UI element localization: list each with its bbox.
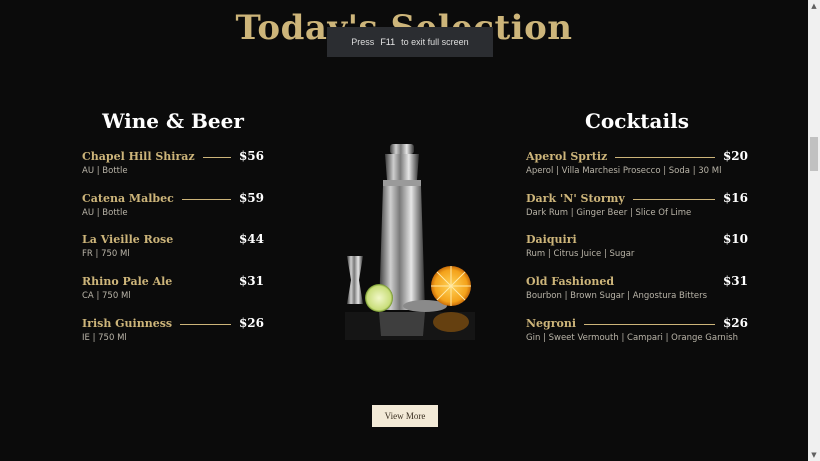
menu-item: Dark 'N' Stormy $16 Dark Rum | Ginger Beer… xyxy=(526,190,748,226)
triangle-up-icon[interactable]: ▲ xyxy=(808,0,820,12)
menu-item-divider xyxy=(182,198,231,200)
menu-item-name: Dark 'N' Stormy xyxy=(526,191,625,205)
menu-item-divider xyxy=(633,198,715,200)
menu-item-divider xyxy=(584,323,715,325)
menu-item-description: Dark Rum | Ginger Beer | Slice Of Lime xyxy=(526,207,692,218)
cocktails-heading: Cocktails xyxy=(585,109,689,133)
menu-item-description: Gin | Sweet Vermouth | Campari | Orange … xyxy=(526,332,738,343)
menu-item-divider xyxy=(180,323,231,325)
menu-item: Irish Guinness $26 IE | 750 Ml xyxy=(82,315,264,351)
toast-suffix: to exit full screen xyxy=(401,37,469,47)
page-scrollbar[interactable]: ▲ ▼ xyxy=(808,0,820,461)
menu-item-price: $56 xyxy=(238,149,264,163)
menu-item: Negroni $26 Gin | Sweet Vermouth | Campari… xyxy=(526,315,748,351)
fullscreen-toast: Press F11 to exit full screen xyxy=(327,27,493,57)
menu-item: La Vieille Rose $44 FR | 750 Ml xyxy=(82,232,264,267)
menu-item-name: Old Fashioned xyxy=(526,275,615,289)
menu-item-description: AU | Bottle xyxy=(82,166,128,176)
menu-item-price: $20 xyxy=(722,149,748,163)
menu-item-name: Rhino Pale Ale xyxy=(82,275,173,289)
menu-item: Rhino Pale Ale $31 CA | 750 Ml xyxy=(82,274,264,309)
view-more-button[interactable]: View More xyxy=(372,405,438,427)
menu-item-description: AU | Bottle xyxy=(82,207,128,218)
triangle-down-icon[interactable]: ▼ xyxy=(808,449,820,461)
menu-item: Catena Malbec $59 AU | Bottle xyxy=(82,190,264,226)
menu-item: Old Fashioned $31 Bourbon | Brown Sugar | … xyxy=(526,274,748,309)
wine-beer-heading: Wine & Beer xyxy=(102,109,244,133)
menu-item-name: Daiquiri xyxy=(526,233,577,247)
menu-item-description: FR | 750 Ml xyxy=(82,249,130,260)
menu-item-description: Rum | Citrus Juice | Sugar xyxy=(526,249,635,260)
menu-item-name: Chapel Hill Shiraz xyxy=(82,150,195,163)
menu-item-price: $31 xyxy=(722,274,748,289)
menu-item-divider xyxy=(203,157,231,158)
wine-beer-list: Chapel Hill Shiraz $56 AU | Bottle Catena M… xyxy=(82,149,264,360)
menu-item-description: CA | 750 Ml xyxy=(82,291,131,302)
menu-item-name: La Vieille Rose xyxy=(82,233,174,247)
menu-item-price: $16 xyxy=(722,190,748,205)
menu-item-price: $31 xyxy=(238,274,264,289)
menu-item-name: Negroni xyxy=(526,316,577,330)
toast-prefix: Press xyxy=(351,37,375,47)
menu-item-description: Aperol | Villa Marchesi Prosecco | Soda … xyxy=(526,166,722,176)
scrollbar-thumb[interactable] xyxy=(810,137,818,171)
menu-item-name: Irish Guinness xyxy=(82,316,173,330)
menu-item-price: $59 xyxy=(238,190,264,205)
cocktails-list: Aperol Sprtiz $20 Aperol | Villa Marchesi … xyxy=(526,149,748,360)
menu-item-name: Catena Malbec xyxy=(82,191,174,205)
menu-item-price: $44 xyxy=(238,232,264,247)
menu-page: Today's Selection Press F11 to exit full… xyxy=(0,0,808,461)
menu-item: Daiquiri $10 Rum | Citrus Juice | Sugar xyxy=(526,232,748,267)
menu-item-price: $10 xyxy=(722,232,748,247)
menu-item-name: Aperol Sprtiz xyxy=(526,150,608,163)
menu-item-price: $26 xyxy=(722,315,748,330)
cocktail-shaker-image xyxy=(345,140,475,340)
menu-item: Chapel Hill Shiraz $56 AU | Bottle xyxy=(82,149,264,184)
menu-item: Aperol Sprtiz $20 Aperol | Villa Marchesi … xyxy=(526,149,748,184)
toast-key: F11 xyxy=(380,37,396,47)
menu-item-description: IE | 750 Ml xyxy=(82,332,127,343)
menu-item-price: $26 xyxy=(238,315,264,330)
menu-item-description: Bourbon | Brown Sugar | Angostura Bitter… xyxy=(526,291,708,302)
menu-item-divider xyxy=(615,157,715,158)
